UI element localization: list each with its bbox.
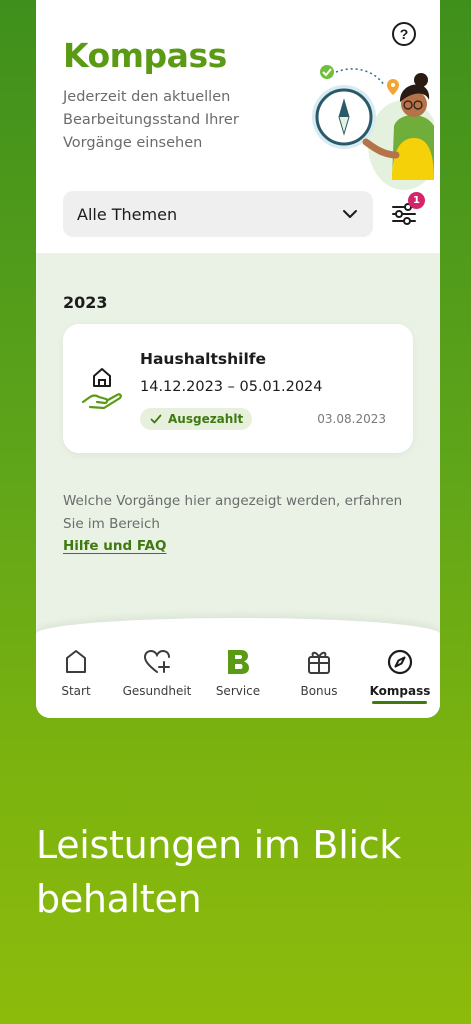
page-subtitle: Jederzeit den aktuellen Bearbeitungsstan… — [63, 89, 239, 151]
case-date: 03.08.2023 — [317, 412, 386, 426]
year-heading: 2023 — [63, 293, 108, 312]
tab-label: Gesundheit — [122, 684, 192, 698]
tab-kompass[interactable]: Kompass — [360, 648, 440, 708]
timeline-section: 2023 Haushaltshilfe 14.12.2023 – 05.01.2… — [36, 253, 440, 633]
tab-label: Kompass — [369, 684, 431, 698]
status-label: Ausgezahlt — [168, 412, 244, 426]
chevron-down-icon — [343, 210, 357, 218]
case-date-range: 14.12.2023 – 05.01.2024 — [140, 379, 323, 395]
tab-label: Start — [61, 684, 91, 698]
case-card[interactable]: Haushaltshilfe 14.12.2023 – 05.01.2024 A… — [63, 324, 413, 453]
heart-plus-icon — [143, 649, 170, 673]
home-icon — [66, 650, 86, 673]
topic-dropdown[interactable]: Alle Themen — [63, 191, 373, 237]
help-glyph: ? — [399, 26, 409, 42]
tab-gesundheit[interactable]: Gesundheit — [117, 648, 197, 708]
dropdown-value: Alle Themen — [77, 204, 178, 224]
question-circle-icon[interactable]: ? — [392, 22, 416, 46]
tab-label: Bonus — [300, 684, 338, 698]
b-logo-icon — [228, 650, 249, 674]
promo-headline: Leistungen im Blick behalten — [36, 823, 402, 921]
compass-icon — [387, 649, 413, 675]
info-text: Welche Vorgänge hier angezeigt werden, e… — [63, 493, 403, 532]
compass-woman-illustration — [312, 65, 434, 190]
tab-bonus[interactable]: Bonus — [279, 648, 359, 708]
gift-icon — [308, 651, 330, 674]
bottom-tab-bar: Start Gesundheit Service Bonus Kompass — [36, 618, 440, 718]
header: ? Kompass Jederzeit den aktuellen Bearbe… — [36, 0, 440, 253]
info-text-block: Welche Vorgänge hier angezeigt werden, e… — [63, 490, 413, 558]
active-tab-indicator — [372, 701, 427, 704]
page-title: Kompass — [63, 36, 227, 75]
tab-label: Service — [215, 684, 261, 698]
tab-start[interactable]: Start — [36, 648, 116, 708]
app-screen: ? Kompass Jederzeit den aktuellen Bearbe… — [36, 0, 440, 718]
tab-service[interactable]: Service — [198, 648, 278, 708]
status-badge: Ausgezahlt — [140, 408, 253, 430]
help-faq-link[interactable]: Hilfe und FAQ — [63, 535, 413, 558]
case-title: Haushaltshilfe — [140, 350, 267, 368]
filter-badge: 1 — [408, 192, 425, 209]
check-icon — [150, 414, 162, 424]
house-hand-icon — [81, 368, 122, 410]
